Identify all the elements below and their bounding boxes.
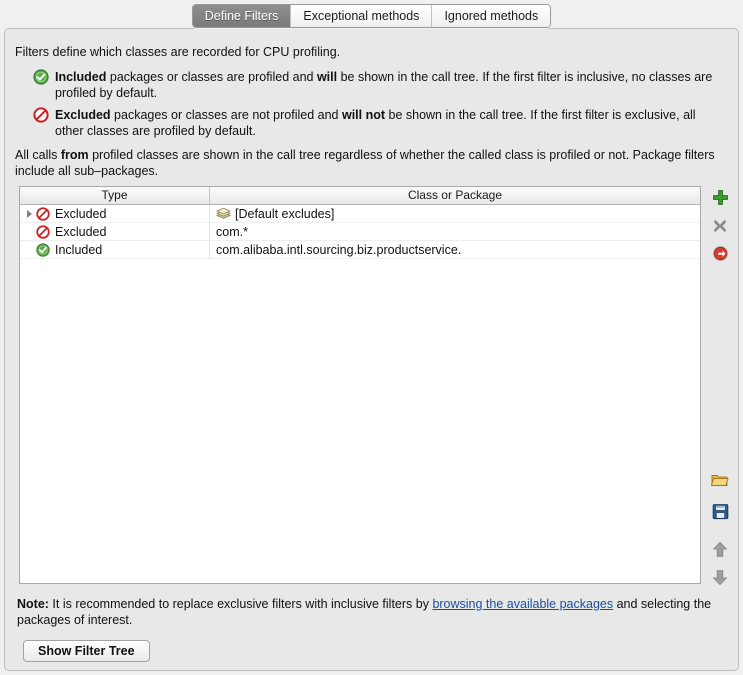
text-segment: from <box>60 148 89 162</box>
description-block: Filters define which classes are recorde… <box>15 44 727 179</box>
toggle-filter-button[interactable] <box>710 245 730 265</box>
note-label: Note: <box>17 597 49 611</box>
text-segment: will <box>316 70 338 84</box>
tab-ignored-methods[interactable]: Ignored methods <box>432 5 551 27</box>
bullet-included: Included packages or classes are profile… <box>15 69 727 101</box>
move-up-button[interactable] <box>710 541 730 561</box>
browse-packages-link[interactable]: browsing the available packages <box>432 597 613 611</box>
bullet-excluded: Excluded packages or classes are not pro… <box>15 107 727 139</box>
tab-strip: Define Filters Exceptional methods Ignor… <box>0 0 743 28</box>
floppy-save-icon <box>712 503 729 523</box>
table-header-row: Type Class or Package <box>20 187 700 205</box>
text-segment: Included <box>55 70 107 84</box>
cell-class-or-package-label: com.* <box>216 224 248 239</box>
show-filter-tree-button[interactable]: Show Filter Tree <box>23 640 150 662</box>
package-stack-icon <box>215 207 232 221</box>
arrow-up-icon <box>712 541 728 561</box>
cell-type-label: Excluded <box>55 224 107 239</box>
cell-class-or-package-label: [Default excludes] <box>235 206 335 221</box>
text-segment: Excluded <box>55 108 111 122</box>
table-row[interactable]: Excluded com.* <box>20 222 700 241</box>
excluded-deny-icon <box>33 107 49 123</box>
cell-type: Excluded <box>20 222 210 241</box>
cell-type-label: Excluded <box>55 206 107 221</box>
expand-triangle-icon[interactable] <box>22 207 36 221</box>
arrow-down-icon <box>712 569 728 589</box>
tab-exceptional-methods[interactable]: Exceptional methods <box>291 5 433 27</box>
cell-class-or-package-label: com.alibaba.intl.sourcing.biz.productser… <box>216 242 462 257</box>
cell-class-or-package: com.* <box>210 223 700 241</box>
intro-text: Filters define which classes are recorde… <box>15 45 341 59</box>
close-x-icon <box>712 218 728 237</box>
table-body: Excluded [Default excludes] Excluded com.* I… <box>20 204 700 259</box>
text-segment: profiled classes are shown in the call t… <box>15 148 715 178</box>
move-down-button[interactable] <box>710 569 730 589</box>
chevron-right-icon <box>26 209 32 218</box>
text-segment: packages or classes are profiled and <box>106 70 317 84</box>
excluded-deny-icon <box>36 224 50 239</box>
cell-type: Excluded <box>20 204 210 223</box>
tail-text: All calls from profiled classes are show… <box>15 147 727 179</box>
define-filters-panel: Filters define which classes are recorde… <box>4 28 739 671</box>
cell-class-or-package: [Default excludes] <box>210 205 700 223</box>
open-filters-button[interactable] <box>710 471 730 491</box>
included-check-icon <box>36 242 50 257</box>
note-text-before-link: It is recommended to replace exclusive f… <box>48 597 433 611</box>
text-segment: All calls <box>15 148 61 162</box>
folder-open-icon <box>710 472 729 491</box>
cell-type-label: Included <box>55 242 103 257</box>
tab-list: Define Filters Exceptional methods Ignor… <box>191 4 552 28</box>
bullet-excluded-text: Excluded packages or classes are not pro… <box>55 107 727 139</box>
table-row[interactable]: Excluded [Default excludes] <box>20 204 700 223</box>
tab-define-filters[interactable]: Define Filters <box>192 5 292 27</box>
excluded-deny-icon <box>36 206 50 221</box>
column-header-type[interactable]: Type <box>20 187 210 204</box>
plus-icon <box>712 189 729 209</box>
red-arrow-circle-icon <box>712 245 729 265</box>
table-row[interactable]: Included com.alibaba.intl.sourcing.biz.pr… <box>20 240 700 259</box>
filters-table[interactable]: Type Class or Package Excluded [Default e… <box>19 186 701 584</box>
save-filters-button[interactable] <box>710 503 730 523</box>
cell-type: Included <box>20 240 210 259</box>
included-check-icon <box>33 69 49 85</box>
text-segment: will not <box>341 108 386 122</box>
column-header-class-or-package[interactable]: Class or Package <box>210 187 700 204</box>
add-filter-button[interactable] <box>710 189 730 209</box>
note-text: Note: It is recommended to replace exclu… <box>17 596 729 628</box>
bullet-included-text: Included packages or classes are profile… <box>55 69 727 101</box>
cell-class-or-package: com.alibaba.intl.sourcing.biz.productser… <box>210 241 700 259</box>
text-segment: packages or classes are not profiled and <box>110 108 342 122</box>
remove-filter-button[interactable] <box>710 217 730 237</box>
